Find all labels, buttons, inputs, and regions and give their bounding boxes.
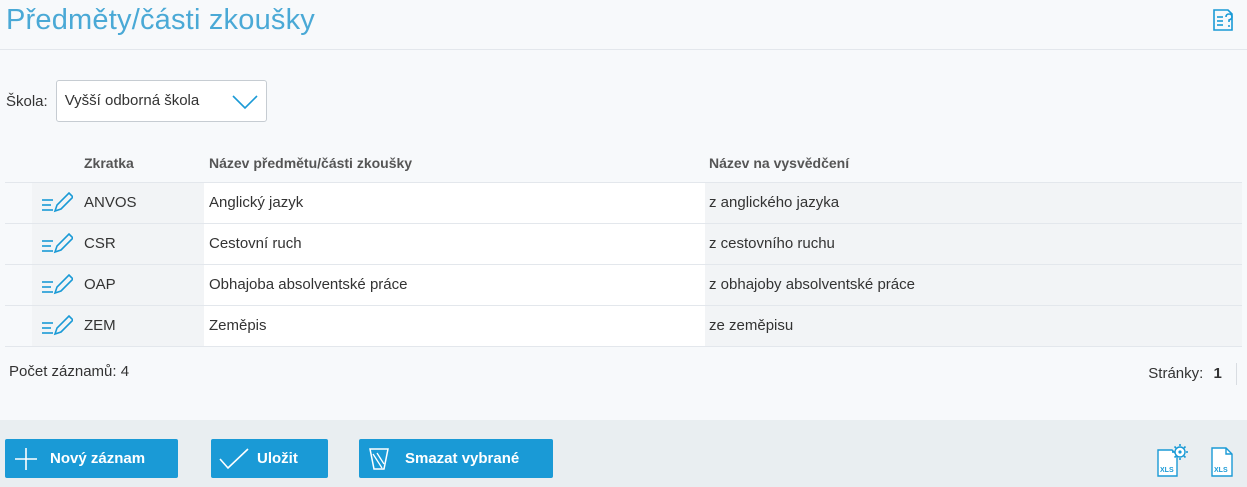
- page-number-current[interactable]: 1: [1213, 365, 1221, 382]
- certificate-name-cell: z anglického jazyka: [705, 183, 1242, 223]
- new-record-button-label: Nový záznam: [50, 450, 146, 467]
- name-cell: Cestovní ruch: [204, 224, 705, 264]
- chevron-down-icon: [232, 95, 258, 110]
- code-cell: OAP: [80, 265, 204, 305]
- table-footer: Počet záznamů: 4 Stránky: 1: [5, 348, 1242, 396]
- name-cell: Anglický jazyk: [204, 183, 705, 223]
- svg-text:XLS: XLS: [1214, 467, 1228, 474]
- edit-icon[interactable]: [41, 315, 73, 337]
- save-button[interactable]: Uložit: [211, 439, 328, 478]
- page-title: Předměty/části zkoušky: [6, 4, 315, 36]
- code-cell: ANVOS: [80, 183, 204, 223]
- eraser-icon: [369, 448, 389, 470]
- plus-icon: [15, 448, 37, 470]
- code-cell: ZEM: [80, 306, 204, 346]
- svg-text:XLS: XLS: [1160, 467, 1174, 474]
- edit-icon[interactable]: [41, 274, 73, 296]
- table-row[interactable]: OAP Obhajoba absolventské práce z obhajo…: [5, 265, 1242, 306]
- subjects-table: Zkratka Název předmětu/části zkoušky Náz…: [5, 143, 1242, 347]
- school-select-value: Vyšší odborná škola: [64, 92, 200, 109]
- table-header: Zkratka Název předmětu/části zkoušky Náz…: [5, 143, 1242, 183]
- school-filter-label: Škola:: [6, 92, 48, 110]
- document-help-icon[interactable]: [1209, 6, 1237, 34]
- page: Předměty/části zkoušky Škola: Vyšší odbo…: [0, 0, 1247, 487]
- column-header-name[interactable]: Název předmětu/části zkoušky: [209, 155, 412, 171]
- edit-cell: [32, 183, 80, 223]
- certificate-name-cell: z cestovního ruchu: [705, 224, 1242, 264]
- edit-icon[interactable]: [41, 192, 73, 214]
- column-header-certificate-name[interactable]: Název na vysvědčení: [709, 155, 849, 171]
- pagination-label: Stránky:: [1148, 364, 1204, 382]
- edit-icon[interactable]: [41, 233, 73, 255]
- xls-settings-icon[interactable]: XLS: [1155, 442, 1189, 478]
- certificate-name-cell: ze zeměpisu: [705, 306, 1242, 346]
- delete-selected-button[interactable]: Smazat vybrané: [359, 439, 553, 478]
- delete-selected-button-label: Smazat vybrané: [405, 450, 520, 467]
- certificate-name-cell: z obhajoby absolventské práce: [705, 265, 1242, 305]
- edit-cell: [32, 224, 80, 264]
- column-header-code[interactable]: Zkratka: [84, 155, 134, 171]
- table-row[interactable]: ANVOS Anglický jazyk z anglického jazyka: [5, 183, 1242, 224]
- name-cell: Zeměpis: [204, 306, 705, 346]
- pagination: Stránky: 1: [1148, 363, 1237, 385]
- save-button-label: Uložit: [257, 450, 298, 467]
- school-select[interactable]: Vyšší odborná škola: [55, 80, 267, 122]
- checkmark-icon: [219, 448, 249, 470]
- table-row[interactable]: CSR Cestovní ruch z cestovního ruchu: [5, 224, 1242, 265]
- pagination-divider: [1236, 363, 1237, 385]
- record-count: Počet záznamů: 4: [9, 363, 130, 380]
- edit-cell: [32, 265, 80, 305]
- new-record-button[interactable]: Nový záznam: [5, 439, 178, 478]
- name-cell: Obhajoba absolventské práce: [204, 265, 705, 305]
- page-header: Předměty/části zkoušky: [0, 0, 1247, 50]
- code-cell: CSR: [80, 224, 204, 264]
- bottom-toolbar: Nový záznam Uložit Smazat vybrané XLS XL…: [0, 420, 1247, 487]
- table-row[interactable]: ZEM Zeměpis ze zeměpisu: [5, 306, 1242, 347]
- xls-export-icon[interactable]: XLS: [1206, 442, 1240, 478]
- school-filter: Škola: Vyšší odborná škola: [6, 80, 267, 122]
- edit-cell: [32, 306, 80, 346]
